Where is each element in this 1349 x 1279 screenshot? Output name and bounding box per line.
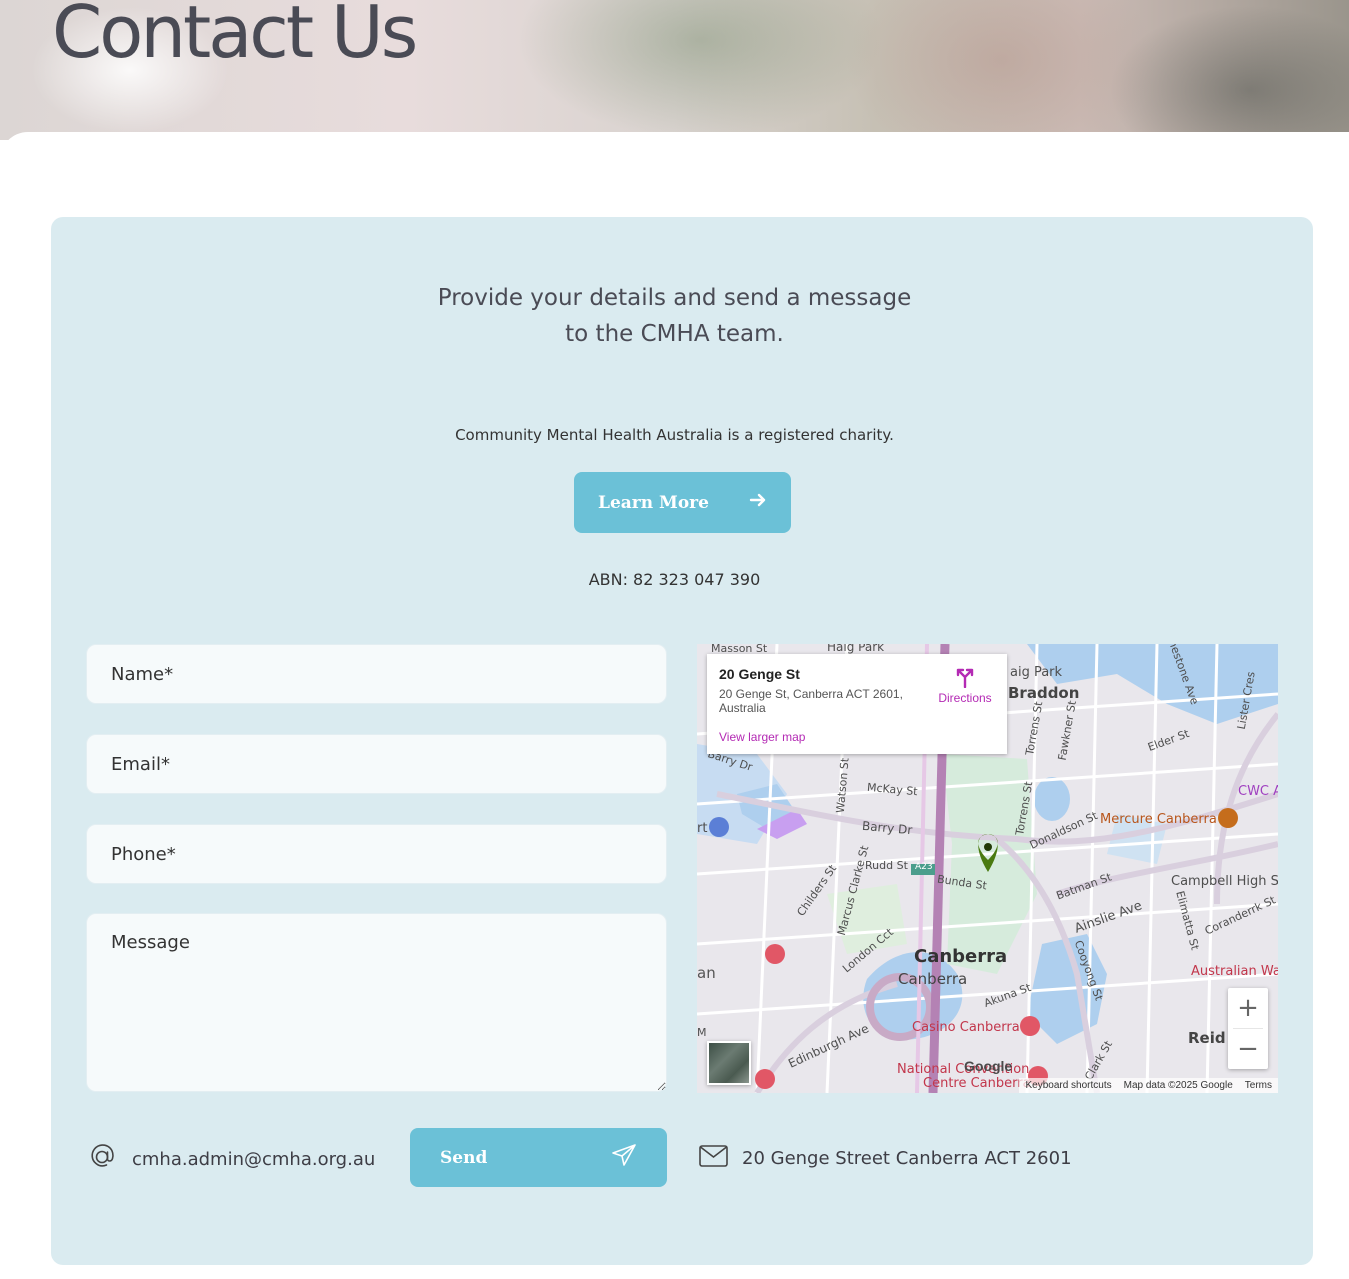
contact-email: cmha.admin@cmha.org.au xyxy=(86,1141,375,1178)
email-link[interactable]: cmha.admin@cmha.org.au xyxy=(132,1149,375,1170)
map-label-centre: Centre Canberra xyxy=(923,1076,1031,1091)
map-label-rt: rt xyxy=(697,821,708,836)
name-input[interactable] xyxy=(86,644,667,704)
map-data-text: Map data ©2025 Google xyxy=(1123,1080,1233,1091)
google-logo: Google xyxy=(964,1058,1013,1074)
at-sign-icon xyxy=(86,1141,118,1178)
address-text: 20 Genge Street Canberra ACT 2601 xyxy=(742,1148,1072,1169)
paper-plane-icon xyxy=(611,1143,637,1172)
directions-icon xyxy=(935,666,995,691)
page-title: Contact Us xyxy=(52,0,418,74)
view-larger-map-link[interactable]: View larger map xyxy=(719,730,805,744)
phone-input[interactable] xyxy=(86,824,667,884)
map-label-rudd: Rudd St xyxy=(865,859,908,872)
google-map[interactable]: Masson St Haig Park aig Park Braddon Bar… xyxy=(697,644,1278,1093)
intro-line-1: Provide your details and send a message xyxy=(437,285,912,311)
map-label-a23: A23 xyxy=(915,862,933,872)
arrow-right-icon xyxy=(749,491,767,514)
map-label-canberra-small: Canberra xyxy=(898,970,968,988)
envelope-icon xyxy=(699,1144,728,1173)
map-footer: Keyboard shortcuts Map data ©2025 Google… xyxy=(1019,1078,1278,1093)
map-label-canberra: Canberra xyxy=(914,946,1008,967)
map-label-haig-park: Haig Park xyxy=(827,644,885,654)
abn-text: ABN: 82 323 047 390 xyxy=(588,570,761,589)
map-label-an: an xyxy=(697,964,716,982)
intro-line-2: to the CMHA team. xyxy=(565,321,784,347)
map-info-address: 20 Genge St, Canberra ACT 2601, Australi… xyxy=(719,687,903,715)
map-label-haig-park-2: aig Park xyxy=(1010,665,1063,680)
map-label-m: M xyxy=(697,1026,707,1039)
intro-text: Provide your details and send a message … xyxy=(0,280,1349,352)
learn-more-label: Learn More xyxy=(598,492,709,513)
map-zoom-controls: + − xyxy=(1228,988,1268,1069)
keyboard-shortcuts-link[interactable]: Keyboard shortcuts xyxy=(1025,1080,1111,1091)
map-label-reid: Reid xyxy=(1188,1029,1226,1047)
map-label-cwc: CWC A xyxy=(1238,784,1278,799)
map-info-title: 20 Genge St xyxy=(719,666,800,682)
directions-label: Directions xyxy=(938,691,992,705)
map-label-casino: Casino Canberra xyxy=(912,1020,1020,1035)
send-label: Send xyxy=(440,1147,488,1168)
map-label-mercure: Mercure Canberra xyxy=(1100,812,1217,827)
message-textarea[interactable] xyxy=(86,913,667,1092)
directions-button[interactable]: Directions xyxy=(935,666,995,705)
zoom-in-button[interactable]: + xyxy=(1228,988,1268,1028)
email-input[interactable] xyxy=(86,734,667,794)
charity-text: Community Mental Health Australia is a r… xyxy=(455,426,894,444)
learn-more-button[interactable]: Learn More xyxy=(574,472,791,533)
hero-banner: Contact Us xyxy=(0,0,1349,140)
send-button[interactable]: Send xyxy=(410,1128,667,1187)
satellite-toggle[interactable] xyxy=(707,1041,751,1085)
terms-link[interactable]: Terms xyxy=(1245,1080,1272,1091)
zoom-out-button[interactable]: − xyxy=(1228,1029,1268,1069)
map-info-card: 20 Genge St 20 Genge St, Canberra ACT 26… xyxy=(707,654,1007,754)
contact-address: 20 Genge Street Canberra ACT 2601 xyxy=(699,1144,1072,1173)
map-label-campbell: Campbell High Sc xyxy=(1171,874,1278,889)
map-label-australian-war: Australian Wa xyxy=(1191,964,1278,979)
